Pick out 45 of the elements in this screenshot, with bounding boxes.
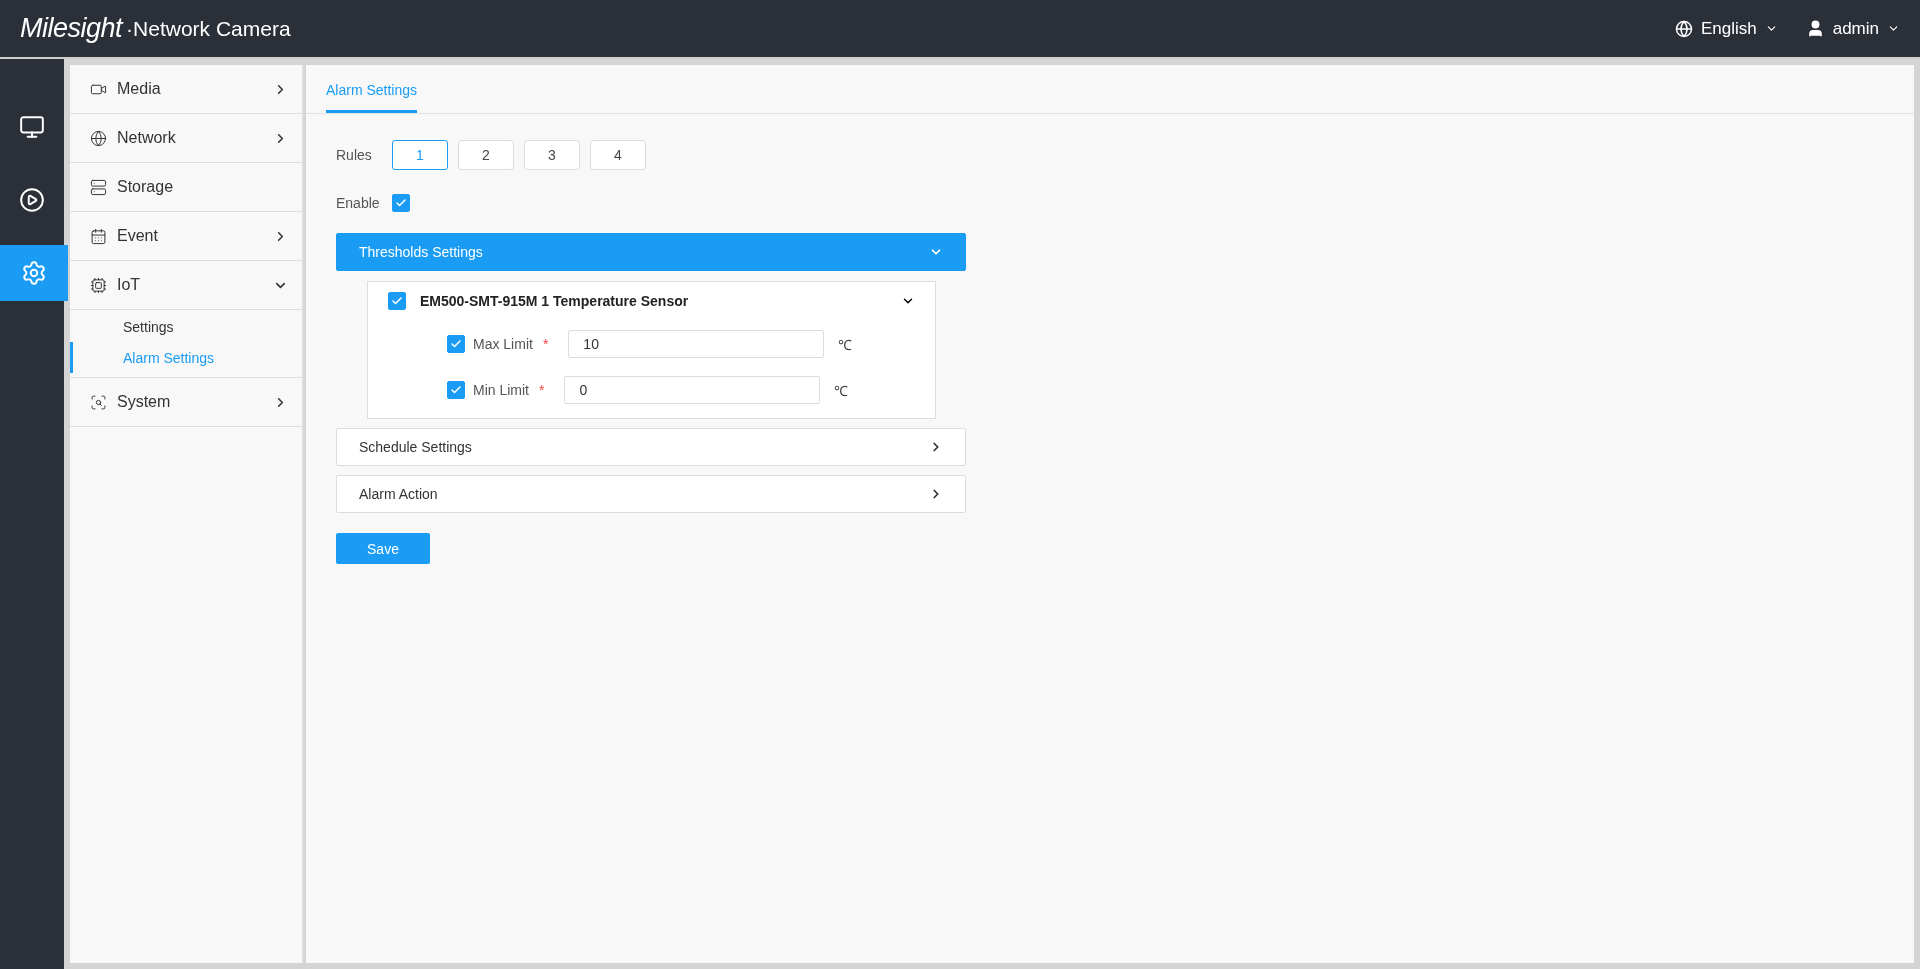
section-header[interactable]: Alarm Action xyxy=(336,475,966,513)
unit-label: ℃ xyxy=(834,381,849,400)
limit-input[interactable]: 0 xyxy=(564,376,821,404)
event-icon xyxy=(90,227,107,245)
check-icon xyxy=(450,384,462,396)
check-icon xyxy=(450,338,462,350)
system-icon xyxy=(90,393,107,411)
unit-label: ℃ xyxy=(838,335,853,354)
check-icon xyxy=(391,295,403,307)
product-title: ·Network Camera xyxy=(126,16,291,41)
rule-button[interactable]: 2 xyxy=(458,140,514,170)
enable-checkbox[interactable] xyxy=(392,194,410,212)
play-icon xyxy=(19,187,45,213)
sensor-checkbox[interactable] xyxy=(388,292,406,310)
limit-label: Max Limit xyxy=(473,336,533,352)
limit-label: Min Limit xyxy=(473,382,529,398)
monitor-icon xyxy=(19,114,45,140)
globe-icon xyxy=(1674,19,1693,38)
menu-item[interactable]: System xyxy=(70,378,302,427)
limit-input[interactable]: 10 xyxy=(568,330,825,358)
network-icon xyxy=(90,129,107,147)
storage-icon xyxy=(90,178,107,196)
menu-item[interactable]: Network xyxy=(70,114,302,163)
settings-nav-button[interactable] xyxy=(0,245,68,301)
required-mark: * xyxy=(542,336,549,352)
rule-button[interactable]: 3 xyxy=(524,140,580,170)
section-header[interactable]: Schedule Settings xyxy=(336,428,966,466)
check-icon xyxy=(395,197,407,209)
limit-checkbox[interactable] xyxy=(447,335,465,353)
iot-icon xyxy=(90,276,107,294)
brand-logo: Milesight xyxy=(20,13,123,44)
limit-checkbox[interactable] xyxy=(447,381,465,399)
menu-item[interactable]: IoT xyxy=(70,261,302,310)
sensor-name: EM500-SMT-915M 1 Temperature Sensor xyxy=(420,293,690,309)
user-menu[interactable]: admin xyxy=(1805,18,1900,39)
menu-item[interactable]: Media xyxy=(70,65,302,114)
menu-item[interactable]: Storage xyxy=(70,163,302,212)
required-mark: * xyxy=(539,382,545,398)
submenu-item[interactable]: Settings xyxy=(70,311,302,342)
rule-button[interactable]: 4 xyxy=(590,140,646,170)
language-menu[interactable]: English xyxy=(1674,18,1778,39)
menu-item[interactable]: Event xyxy=(70,212,302,261)
enable-label: Enable xyxy=(336,195,381,211)
gear-icon xyxy=(21,260,47,286)
rules-label: Rules xyxy=(336,147,373,163)
